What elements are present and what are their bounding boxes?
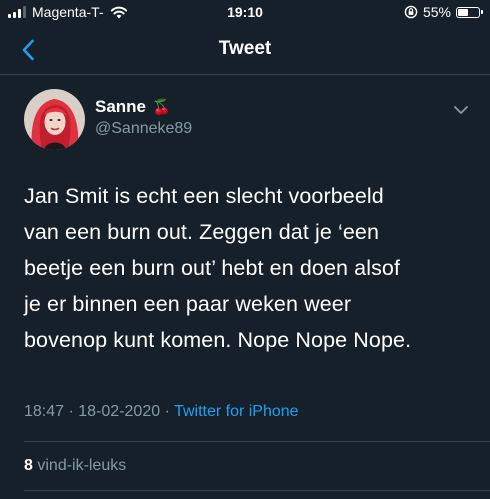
tweet-detail-screen: Magenta-T- 19:10 55% Tweet Sanne 🍒 @Sann…	[0, 0, 490, 499]
chevron-down-icon[interactable]	[452, 101, 470, 119]
tweet-source-link[interactable]: Twitter for iPhone	[174, 403, 299, 420]
meta-separator: ·	[164, 403, 170, 420]
likes-row[interactable]: 8 vind-ik-leuks	[24, 457, 126, 475]
tweet-text-line: van een burn out. Zeggen dat je ‘een	[24, 220, 380, 244]
battery-percent: 55%	[422, 4, 451, 20]
tweet-text-line: bovenop kunt komen. Nope Nope Nope.	[24, 328, 412, 352]
status-right: 55%	[404, 4, 483, 20]
divider	[24, 490, 490, 491]
likes-label: vind-ik-leuks	[37, 457, 127, 474]
avatar-image	[24, 89, 85, 150]
orientation-lock-icon	[404, 5, 418, 19]
tweet-time: 18:47	[24, 403, 65, 420]
nav-header: Tweet	[0, 26, 490, 75]
battery-fill	[458, 8, 468, 16]
tweet-date: 18-02-2020	[78, 403, 161, 420]
avatar[interactable]	[24, 89, 85, 150]
user-handle[interactable]: @Sanneke89	[95, 120, 192, 138]
tweet-text-line: je er binnen een paar weken weer	[24, 292, 352, 316]
status-bar: Magenta-T- 19:10 55%	[0, 0, 490, 26]
divider	[24, 441, 490, 442]
meta-separator: ·	[68, 403, 74, 420]
tweet-meta: 18:47 · 18-02-2020 · Twitter for iPhone	[24, 403, 299, 421]
cherry-emoji: 🍒	[152, 99, 171, 116]
tweet-text-line: beetje een burn out’ hebt en doen alsof	[24, 256, 401, 280]
display-name: Sanne	[95, 97, 147, 116]
display-name-row[interactable]: Sanne 🍒	[95, 97, 171, 117]
likes-count: 8	[24, 457, 33, 474]
tweet-text-line: Jan Smit is echt een slecht voorbeeld	[24, 184, 384, 208]
tweet-text: Jan Smit is echt een slecht voorbeeld va…	[24, 178, 479, 358]
page-title: Tweet	[218, 38, 272, 59]
battery-icon	[456, 6, 483, 18]
